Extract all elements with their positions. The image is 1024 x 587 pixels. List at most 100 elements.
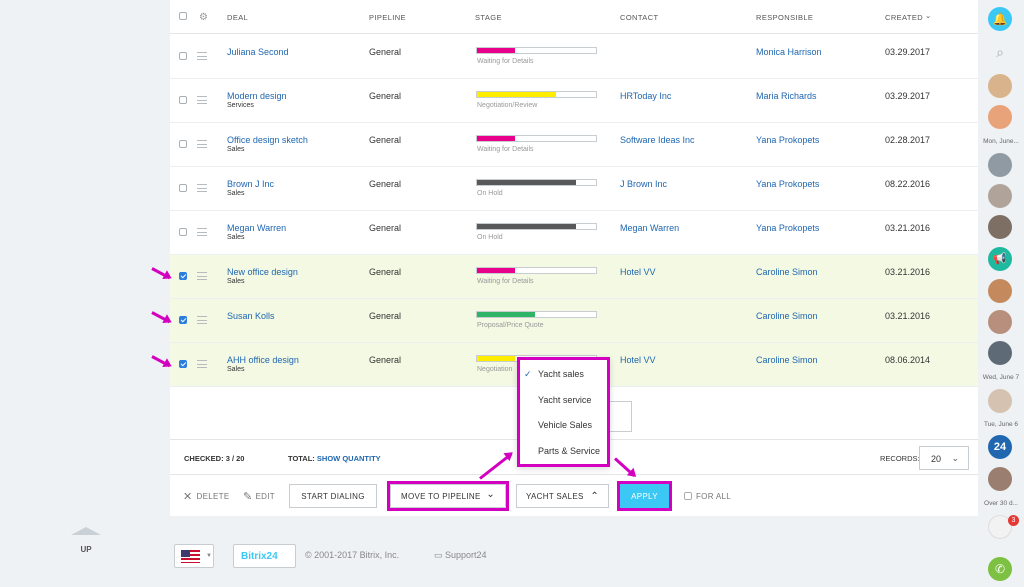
phone-icon[interactable]: ✆ [988,557,1012,581]
edit-button[interactable]: ✎ EDIT [243,484,283,508]
row-checkbox[interactable] [179,140,187,148]
avatar[interactable] [988,310,1012,334]
deal-name-link[interactable]: New office design [227,267,298,277]
column-pipeline[interactable]: PIPELINE [369,13,406,22]
bitrix24-icon[interactable]: 24 [988,435,1012,459]
drag-handle-icon[interactable] [197,316,207,324]
row-checkbox[interactable] [179,184,187,192]
avatar[interactable] [988,467,1012,491]
column-contact[interactable]: CONTACT [620,13,659,22]
pipeline-cell: General [369,179,402,189]
contact-link[interactable]: Hotel VV [620,355,656,365]
stage-progress-bar[interactable] [476,311,597,318]
dropdown-option-vehicle-sales[interactable]: Vehicle Sales [538,420,592,430]
apply-button[interactable]: APPLY [617,481,672,511]
table-row[interactable]: Office design sketch Sales General Waiting … [170,123,978,167]
contact-link[interactable]: J Brown Inc [620,179,667,189]
row-checkbox[interactable] [179,96,187,104]
dropdown-option-parts-service[interactable]: Parts & Service [538,446,600,456]
row-checkbox[interactable] [179,316,187,324]
drag-handle-icon[interactable] [197,52,207,60]
support-link[interactable]: Support24 [445,550,487,560]
deal-name-link[interactable]: Brown J Inc [227,179,274,189]
deal-name-link[interactable]: AHH office design [227,355,299,365]
table-row[interactable]: New office design Sales General Waiting for… [170,255,978,299]
row-checkbox[interactable] [179,272,187,280]
drag-handle-icon[interactable] [197,96,207,104]
start-dialing-button[interactable]: START DIALING [289,484,377,508]
gear-icon[interactable]: ⚙ [199,12,208,23]
select-all-checkbox[interactable] [179,12,187,20]
stage-progress-bar[interactable] [476,135,597,142]
stage-progress-bar[interactable] [476,179,597,186]
column-deal[interactable]: DEAL [227,13,248,22]
deal-name-link[interactable]: Office design sketch [227,135,308,145]
pipeline-select[interactable]: YACHT SALES ⌃ [516,484,609,508]
dropdown-option-yacht-service[interactable]: Yacht service [538,395,591,405]
table-row[interactable]: Susan Kolls General Proposal/Price Quote Ca… [170,299,978,343]
avatar[interactable] [988,153,1012,177]
megaphone-icon[interactable]: 📢 [988,247,1012,271]
responsible-link[interactable]: Monica Harrison [756,47,822,57]
stage-progress-bar[interactable] [476,47,597,54]
contact-link[interactable]: Megan Warren [620,223,679,233]
chevron-down-icon[interactable]: ⌄ [925,11,932,20]
deal-name-link[interactable]: Susan Kolls [227,311,275,321]
avatar[interactable] [988,389,1012,413]
table-row[interactable]: Juliana Second General Waiting for Details… [170,35,978,79]
up-arrow-icon[interactable] [71,527,101,535]
responsible-link[interactable]: Caroline Simon [756,267,818,277]
contact-link[interactable]: HRToday Inc [620,91,671,101]
records-select[interactable]: 20 ⌄ [919,446,969,470]
contact-link[interactable]: Hotel VV [620,267,656,277]
bitrix24-logo[interactable]: Bitrix24 [233,544,296,568]
row-checkbox[interactable] [179,360,187,368]
stage-progress-bar[interactable] [476,267,597,274]
show-quantity-link[interactable]: SHOW QUANTITY [317,454,381,463]
table-row[interactable]: Brown J Inc Sales General On Hold J Brown In… [170,167,978,211]
drag-handle-icon[interactable] [197,184,207,192]
table-row[interactable]: Modern design Services General Negotiation/… [170,79,978,123]
stage-label: Waiting for Details [477,146,534,153]
column-stage[interactable]: STAGE [475,13,502,22]
created-date: 03.29.2017 [885,91,931,101]
responsible-link[interactable]: Caroline Simon [756,355,818,365]
contact-link[interactable]: Software Ideas Inc [620,135,695,145]
deal-name-link[interactable]: Modern design [227,91,287,101]
bell-icon[interactable]: 🔔 [988,7,1012,31]
column-responsible[interactable]: RESPONSIBLE [756,13,813,22]
drag-handle-icon[interactable] [197,272,207,280]
avatar[interactable] [988,184,1012,208]
stage-progress-fill [477,268,516,273]
avatar[interactable] [988,105,1012,129]
responsible-link[interactable]: Yana Prokopets [756,135,819,145]
dropdown-option-yacht-sales[interactable]: Yacht sales [538,369,584,379]
stage-progress-bar[interactable] [476,91,597,98]
responsible-link[interactable]: Yana Prokopets [756,179,819,189]
drag-handle-icon[interactable] [197,360,207,368]
stage-progress-bar[interactable] [476,223,597,230]
drag-handle-icon[interactable] [197,140,207,148]
responsible-link[interactable]: Yana Prokopets [756,223,819,233]
row-checkbox[interactable] [179,52,187,60]
stage-label: On Hold [477,234,503,241]
avatar[interactable] [988,74,1012,98]
deal-name-link[interactable]: Juliana Second [227,47,289,57]
responsible-link[interactable]: Caroline Simon [756,311,818,321]
avatar[interactable] [988,279,1012,303]
column-created[interactable]: CREATED [885,13,923,22]
table-row[interactable]: Megan Warren Sales General On Hold Megan War… [170,211,978,255]
move-to-pipeline-select[interactable]: MOVE TO PIPELINE ⌄ [387,481,509,511]
up-label[interactable]: UP [70,545,102,554]
language-select[interactable]: ▼ [174,544,214,568]
avatar[interactable] [988,215,1012,239]
deal-name-link[interactable]: Megan Warren [227,223,286,233]
stage-label: Waiting for Details [477,278,534,285]
search-icon[interactable]: ⌕ [988,40,1012,64]
avatar[interactable] [988,341,1012,365]
responsible-link[interactable]: Maria Richards [756,91,817,101]
row-checkbox[interactable] [179,228,187,236]
drag-handle-icon[interactable] [197,228,207,236]
delete-button[interactable]: ✕ DELETE [183,484,231,508]
for-all-checkbox[interactable] [684,492,692,500]
